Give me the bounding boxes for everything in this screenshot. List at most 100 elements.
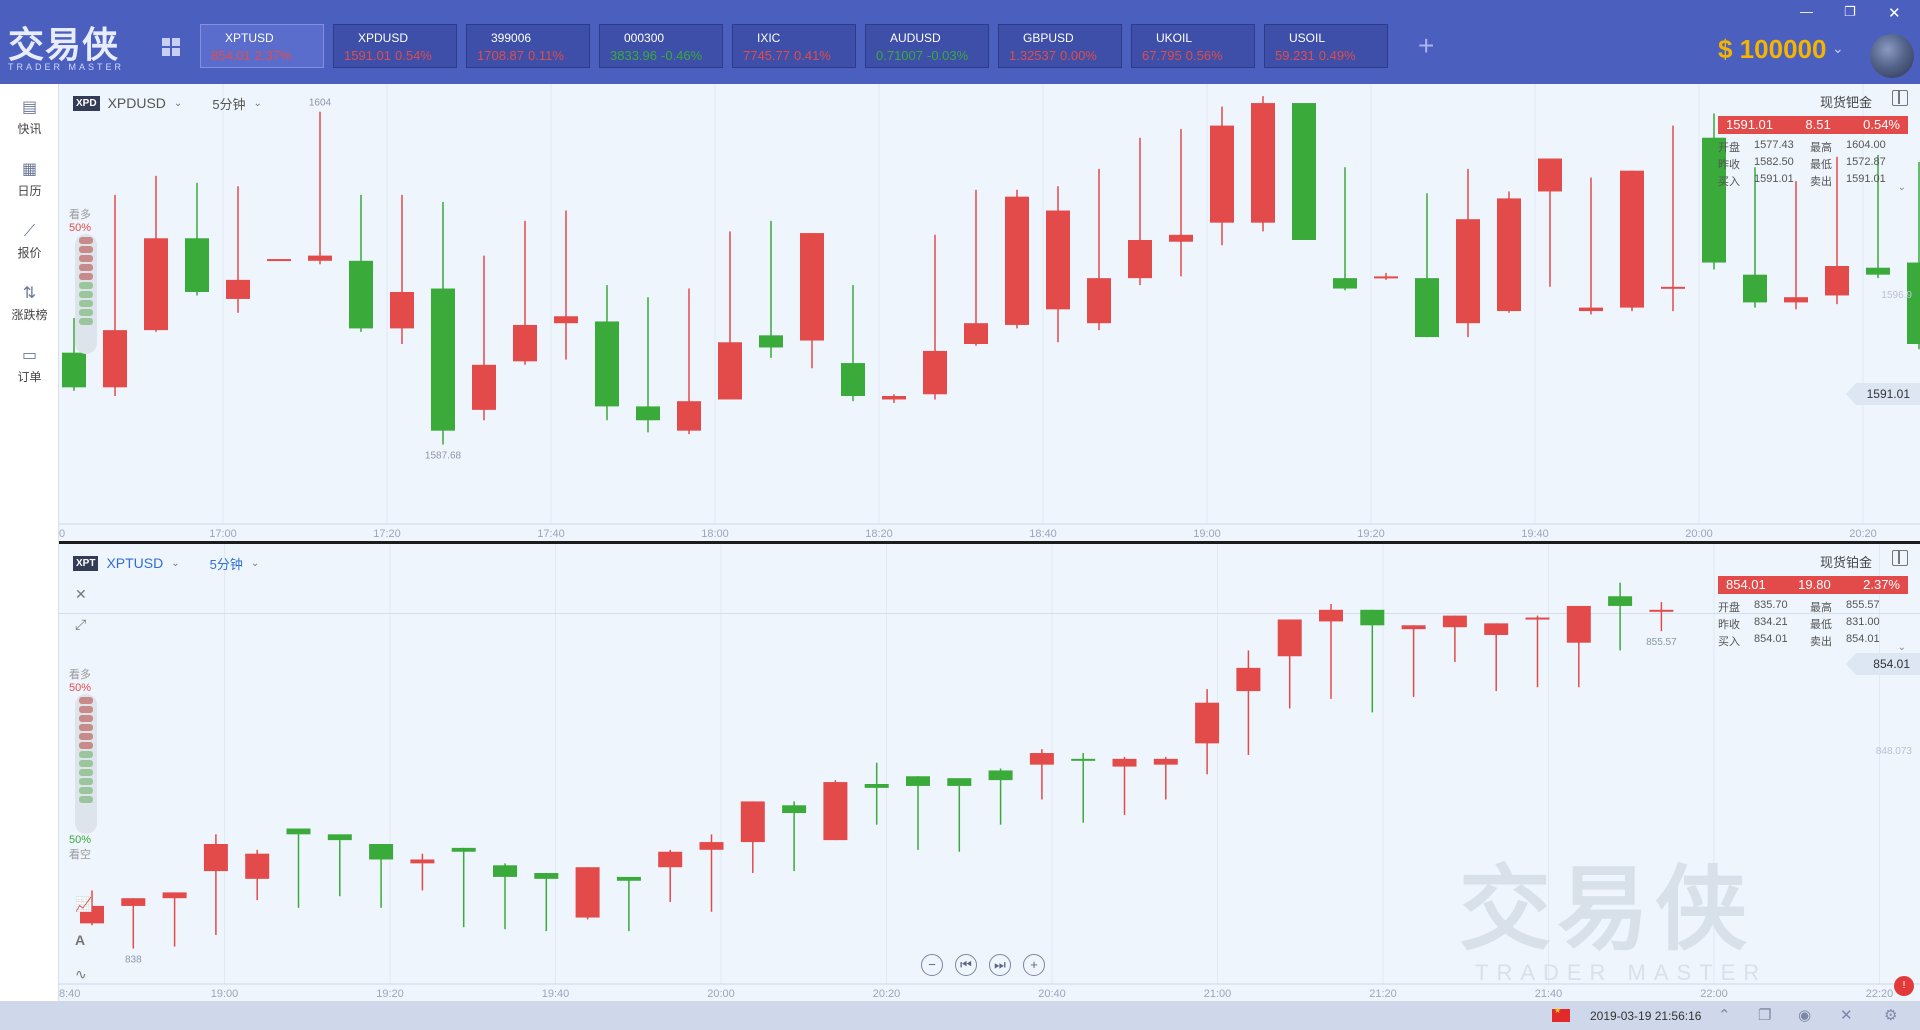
ticker-xptusd[interactable]: XPTUSD 854.01 2.37% bbox=[200, 24, 324, 68]
sidebar-item-calendar[interactable]: ▦ 日历 bbox=[0, 158, 59, 199]
quote-icon: ⟋ bbox=[23, 223, 36, 240]
candle-body bbox=[327, 834, 352, 841]
price-change: 19.80 bbox=[1798, 577, 1831, 592]
ticker-xpdusd[interactable]: XPDUSD 1591.01 0.54% bbox=[333, 24, 457, 68]
ranking-icon: ⇅ bbox=[22, 285, 37, 302]
candle-body bbox=[267, 259, 291, 262]
restore-icon[interactable]: ❐ bbox=[1844, 4, 1856, 20]
app-logo: 交易侠 TRADER MASTER bbox=[8, 26, 148, 76]
open-high-row: 开盘 1577.43 最高 1604.00 bbox=[1718, 139, 1908, 155]
ticker-ukoil[interactable]: UKOIL 67.795 0.56% bbox=[1131, 24, 1255, 68]
add-ticker-icon[interactable]: + bbox=[1418, 30, 1434, 62]
candle-body bbox=[658, 851, 683, 868]
open-value: 835.70 bbox=[1754, 599, 1788, 611]
candle-body bbox=[740, 801, 765, 843]
scroll-start-button[interactable]: ⏮ bbox=[955, 954, 977, 976]
candle-body bbox=[1538, 158, 1562, 192]
quote-info-box: 现货钯金 1591.01 8.51 0.54% 开盘 1577.43 最高 1604… bbox=[1714, 84, 1912, 204]
candle-body bbox=[349, 260, 373, 329]
sidebar-item-order[interactable]: ▭ 订单 bbox=[0, 344, 59, 385]
candle-body bbox=[988, 770, 1013, 781]
low-value: 1572.87 bbox=[1846, 156, 1886, 168]
ticker-gbpusd[interactable]: GBPUSD 1.32537 0.00% bbox=[998, 24, 1122, 68]
panel-toggle-icon[interactable] bbox=[1892, 90, 1908, 106]
ticker-price: 1.32537 bbox=[1009, 48, 1056, 63]
candle-body bbox=[841, 363, 865, 396]
x-tick-label: 19:20 bbox=[376, 988, 404, 1000]
chevron-down-icon[interactable]: ⌄ bbox=[174, 98, 182, 109]
alert-badge-icon[interactable]: ! bbox=[1894, 976, 1914, 996]
x-tick-label: 21:40 bbox=[1535, 988, 1563, 1000]
x-tick-label: 18:20 bbox=[865, 528, 893, 540]
close-icon[interactable]: ✕ bbox=[1888, 4, 1901, 22]
camera-icon[interactable]: ◉ bbox=[1798, 1006, 1811, 1024]
zoom-out-button[interactable]: − bbox=[921, 954, 943, 976]
minimize-icon[interactable]: — bbox=[1800, 4, 1813, 19]
candle-body bbox=[964, 323, 988, 344]
x-tick-label: 20:20 bbox=[873, 988, 901, 1000]
chevron-down-icon[interactable]: ⌄ bbox=[1832, 40, 1844, 57]
indicator-icon[interactable]: 📈 bbox=[75, 896, 92, 913]
candle-body bbox=[575, 867, 600, 918]
watermark-text: 交易侠 bbox=[1459, 856, 1754, 963]
candle-body bbox=[451, 847, 476, 852]
avatar[interactable] bbox=[1870, 34, 1914, 78]
sidebar-item-quote[interactable]: ⟋ 报价 bbox=[0, 220, 59, 261]
candlestick-chart-xpdusd[interactable]: 0 17:00 17:20 17:40 18:00 18:20 18:40 19:00 19:2… bbox=[59, 84, 1920, 541]
expand-icon[interactable]: ⤢ bbox=[75, 616, 86, 633]
candle-body bbox=[1029, 753, 1054, 765]
chevron-down-icon[interactable]: ⌄ bbox=[1898, 182, 1906, 193]
ticker-usoil[interactable]: USOIL 59.231 0.49% bbox=[1264, 24, 1388, 68]
apps-grid-icon[interactable] bbox=[162, 38, 180, 56]
axis-reference-label: 848.073 bbox=[1875, 746, 1912, 757]
candle-body bbox=[390, 292, 414, 329]
symbol-selector[interactable]: XPTUSD bbox=[106, 555, 163, 571]
sidebar-item-ranking[interactable]: ⇅ 涨跌榜 bbox=[0, 282, 59, 323]
close-panel-icon[interactable]: ✕ bbox=[75, 586, 87, 603]
zoom-in-button[interactable]: + bbox=[1023, 954, 1045, 976]
current-price: 854.01 bbox=[1726, 577, 1766, 592]
chevron-up-icon[interactable]: ⌃ bbox=[1718, 1006, 1731, 1024]
bid-value: 1591.01 bbox=[1754, 173, 1794, 185]
account-balance[interactable]: $ 100000 bbox=[1718, 34, 1826, 65]
bid-ask-row: 买入 854.01 卖出 854.01 bbox=[1718, 633, 1908, 649]
ticker-ixic[interactable]: IXIC 7745.77 0.41% bbox=[732, 24, 856, 68]
candle-body bbox=[1169, 234, 1193, 242]
chevron-down-icon[interactable]: ⌄ bbox=[171, 558, 179, 569]
watermark-logo: 交易侠 TRADER MASTER bbox=[1459, 860, 1767, 986]
ticker-audusd[interactable]: AUDUSD 0.71007 -0.03% bbox=[865, 24, 989, 68]
scroll-end-button[interactable]: ⏭ bbox=[989, 954, 1011, 976]
price-change-percent: 2.37% bbox=[1863, 577, 1900, 592]
settings-icon[interactable]: ⚙ bbox=[1884, 1006, 1897, 1024]
candle-body bbox=[1401, 625, 1426, 630]
x-tick-label: 21:00 bbox=[1204, 988, 1232, 1000]
x-tick-label: 19:20 bbox=[1357, 528, 1385, 540]
timeframe-selector[interactable]: 5分钟 bbox=[212, 94, 245, 113]
ticker-change: 0.11% bbox=[528, 48, 564, 63]
candle-body bbox=[616, 876, 641, 881]
ticker-price: 1591.01 bbox=[344, 48, 391, 63]
sidebar-item-news[interactable]: ▤ 快讯 bbox=[0, 96, 59, 137]
chevron-down-icon[interactable]: ⌄ bbox=[1898, 642, 1906, 653]
candle-body bbox=[1251, 103, 1275, 223]
timeframe-selector[interactable]: 5分钟 bbox=[210, 554, 243, 573]
mute-icon[interactable]: ✕ bbox=[1840, 1006, 1853, 1024]
chevron-down-icon[interactable]: ⌄ bbox=[254, 98, 262, 109]
price-change: 8.51 bbox=[1805, 117, 1831, 132]
candle-body bbox=[1277, 619, 1302, 657]
drawing-tool-icon[interactable]: A bbox=[75, 932, 85, 948]
chevron-down-icon[interactable]: ⌄ bbox=[251, 558, 259, 569]
symbol-selector[interactable]: XPDUSD bbox=[108, 95, 166, 111]
candle-body bbox=[286, 828, 311, 835]
candle-body bbox=[1442, 615, 1467, 628]
ticker-399006[interactable]: 399006 1708.87 0.11% bbox=[466, 24, 590, 68]
x-tick-label: 8:40 bbox=[59, 988, 80, 1000]
china-flag-icon bbox=[1552, 1006, 1570, 1022]
instrument-title: 现货钯金 bbox=[1819, 95, 1872, 110]
prev-low-row: 昨收 834.21 最低 831.00 bbox=[1718, 616, 1908, 632]
ticker-change: 0.00% bbox=[1060, 48, 1097, 63]
ticker-000300[interactable]: 000300 3833.96 -0.46% bbox=[599, 24, 723, 68]
waveform-icon[interactable]: ∿ bbox=[75, 966, 87, 983]
window-icon[interactable]: ❐ bbox=[1758, 1006, 1771, 1024]
panel-toggle-icon[interactable] bbox=[1892, 550, 1908, 566]
